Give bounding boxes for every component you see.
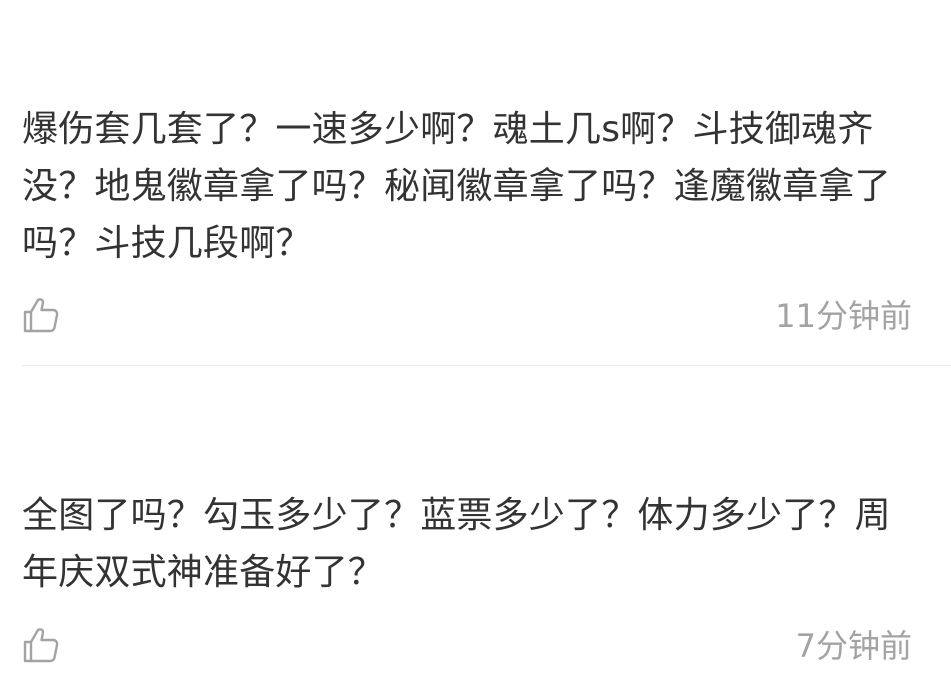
thumbs-up-icon xyxy=(22,296,62,334)
like-button[interactable] xyxy=(22,296,62,336)
comment-item: 爆伤套几套了？一速多少啊？魂土几s啊？斗技御魂齐没？地鬼徽章拿了吗？秘闻徽章拿了… xyxy=(22,101,912,335)
comment-text: 全图了吗？勾玉多少了？蓝票多少了？体力多少了？周年庆双式神准备好了？ xyxy=(22,495,891,593)
comment-item: 全图了吗？勾玉多少了？蓝票多少了？体力多少了？周年庆双式神准备好了？ 7分钟前 xyxy=(22,487,912,665)
comment-divider xyxy=(22,365,951,366)
thumbs-up-icon xyxy=(22,626,62,664)
comment-text: 爆伤套几套了？一速多少啊？魂土几s啊？斗技御魂齐没？地鬼徽章拿了吗？秘闻徽章拿了… xyxy=(22,109,891,264)
comment-footer: 7分钟前 xyxy=(22,626,912,666)
like-button[interactable] xyxy=(22,626,62,666)
comment-timestamp: 7分钟前 xyxy=(795,627,912,665)
comment-footer: 11分钟前 xyxy=(22,296,912,336)
comment-timestamp: 11分钟前 xyxy=(775,297,912,335)
